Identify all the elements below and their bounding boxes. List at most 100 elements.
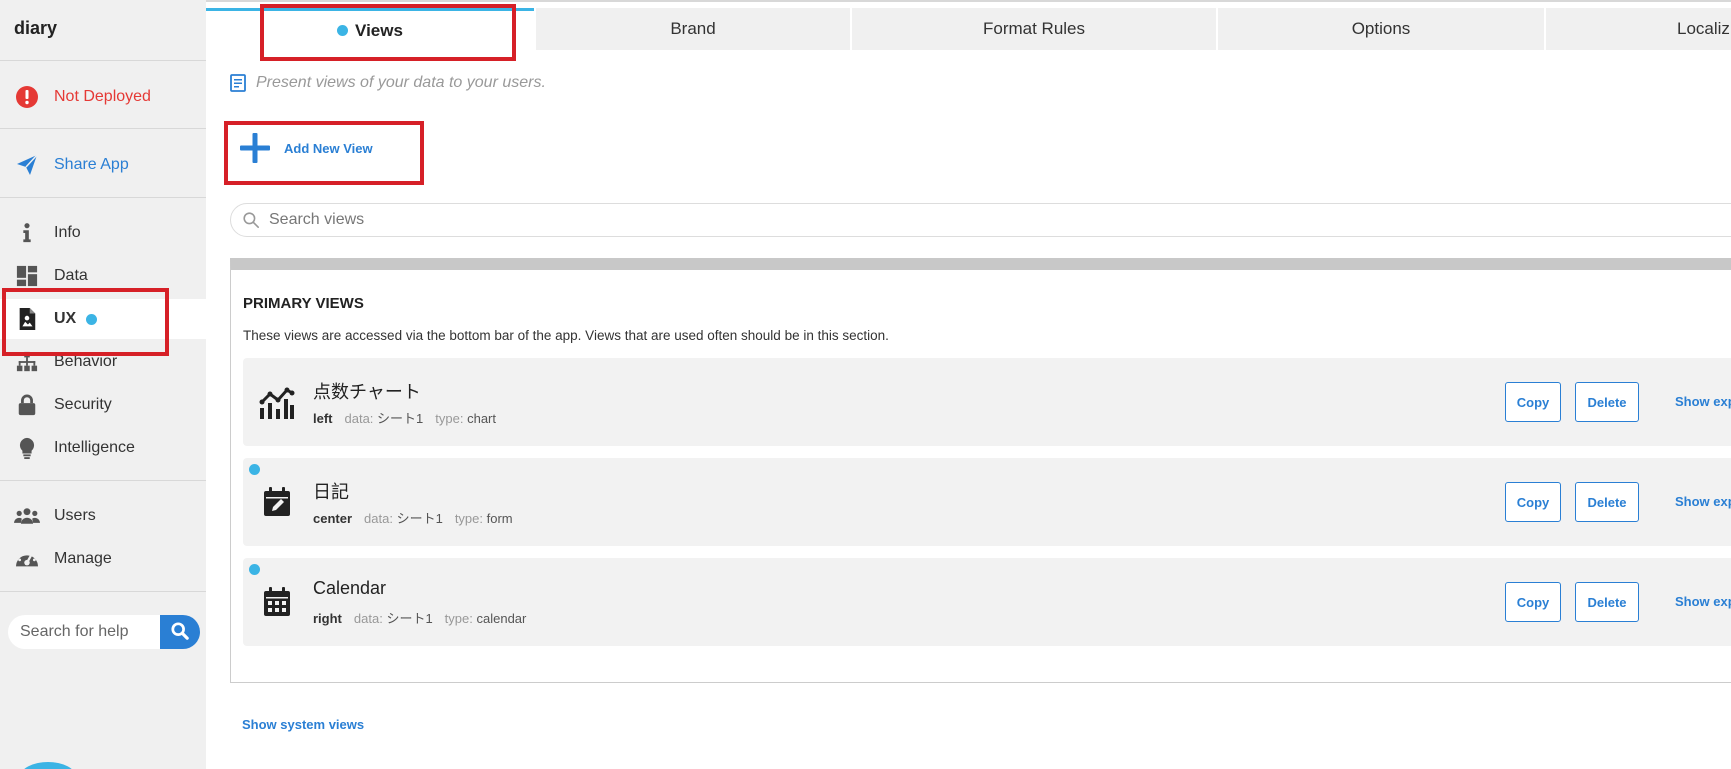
show-expression-link[interactable]: Show exp	[1675, 394, 1731, 409]
view-position: left	[313, 411, 333, 426]
view-name: Calendar	[313, 578, 387, 598]
chat-bubble-button[interactable]	[20, 762, 76, 769]
add-new-view-label: Add New View	[284, 140, 373, 156]
tab-label: Options	[1351, 19, 1411, 38]
info-icon	[14, 220, 40, 246]
calendar-icon	[259, 584, 295, 620]
sidebar-item-security[interactable]: Security	[0, 385, 206, 425]
delete-view-button[interactable]: Delete	[1575, 382, 1639, 422]
tab-label: Localiz	[1677, 19, 1730, 38]
calendar-edit-icon	[259, 484, 295, 520]
view-row-calendar[interactable]: Calendar right data: シート1 type: calendar C…	[243, 558, 1731, 646]
description-text: Present views of your data to your users…	[256, 74, 546, 91]
view-position: right	[313, 611, 342, 626]
help-search	[8, 615, 200, 649]
help-search-input[interactable]	[8, 615, 166, 649]
view-name: 日記	[313, 482, 349, 502]
book-icon	[230, 74, 246, 92]
sidebar-item-info[interactable]: Info	[0, 213, 206, 253]
view-meta: center data: シート1 type: form	[313, 508, 525, 527]
hierarchy-icon	[14, 349, 40, 375]
copy-view-button[interactable]: Copy	[1505, 482, 1561, 522]
search-icon	[243, 212, 259, 228]
view-data-source: シート1	[377, 411, 424, 426]
sidebar-item-share-app[interactable]: Share App	[0, 145, 206, 185]
page-description: Present views of your data to your users…	[230, 74, 546, 92]
show-expression-link[interactable]: Show exp	[1675, 494, 1731, 509]
unsaved-indicator	[249, 464, 260, 475]
view-row-diary[interactable]: 日記 center data: シート1 type: form Copy Delet…	[243, 458, 1731, 546]
sidebar-item-label: UX	[54, 310, 77, 327]
view-name: 点数チャート	[313, 382, 421, 402]
unsaved-indicator	[249, 564, 260, 575]
section-title: PRIMARY VIEWS	[243, 295, 364, 312]
primary-views-panel: PRIMARY VIEWS These views are accessed v…	[230, 258, 1731, 683]
unsaved-indicator	[86, 313, 98, 325]
view-meta: left data: シート1 type: chart	[313, 408, 508, 427]
sidebar-item-manage[interactable]: Manage	[0, 539, 206, 579]
view-type: calendar	[476, 611, 527, 626]
tab-brand[interactable]: Brand	[536, 8, 850, 50]
sidebar: diary Not Deployed Share App Info Data U…	[0, 0, 206, 769]
sidebar-item-label: Security	[54, 396, 112, 413]
sidebar-divider	[0, 128, 206, 129]
view-type: chart	[467, 411, 496, 426]
sidebar-item-label: Data	[54, 267, 88, 284]
users-icon	[14, 503, 40, 529]
share-app-label: Share App	[54, 156, 129, 173]
view-row-score-chart[interactable]: 点数チャート left data: シート1 type: chart Copy De…	[243, 358, 1731, 446]
unsaved-indicator	[337, 25, 349, 36]
gauge-icon	[14, 546, 40, 572]
sidebar-divider	[0, 60, 206, 61]
sidebar-divider	[0, 480, 206, 481]
show-expression-link[interactable]: Show exp	[1675, 594, 1731, 609]
sidebar-item-label: Manage	[54, 550, 112, 567]
tab-label: Format Rules	[982, 19, 1086, 38]
deploy-status-label: Not Deployed	[54, 88, 151, 105]
plus-icon	[240, 133, 270, 163]
alert-icon	[14, 84, 40, 110]
view-search-input[interactable]	[269, 211, 1669, 229]
delete-view-button[interactable]: Delete	[1575, 482, 1639, 522]
type-label: type:	[444, 611, 473, 626]
lock-icon	[14, 392, 40, 418]
tab-localization[interactable]: Localiz	[1546, 8, 1731, 50]
type-label: type:	[435, 411, 464, 426]
sidebar-item-label: Behavior	[54, 353, 118, 370]
show-system-views-link[interactable]: Show system views	[242, 717, 364, 732]
delete-view-button[interactable]: Delete	[1575, 582, 1639, 622]
data-label: data:	[364, 511, 393, 526]
sidebar-item-ux[interactable]: UX	[0, 299, 206, 339]
sidebar-item-label: Users	[54, 507, 96, 524]
tab-bar: Views Brand Format Rules Options Localiz	[206, 0, 1731, 50]
view-type: form	[486, 511, 513, 526]
copy-view-button[interactable]: Copy	[1505, 582, 1561, 622]
data-label: data:	[344, 411, 374, 426]
type-label: type:	[454, 511, 483, 526]
tab-format-rules[interactable]: Format Rules	[852, 8, 1216, 50]
sidebar-item-users[interactable]: Users	[0, 496, 206, 536]
copy-view-button[interactable]: Copy	[1505, 382, 1561, 422]
sidebar-item-behavior[interactable]: Behavior	[0, 342, 206, 382]
view-position: center	[313, 511, 353, 526]
sidebar-item-label: Intelligence	[54, 439, 135, 456]
tab-options[interactable]: Options	[1218, 8, 1544, 50]
data-label: data:	[353, 611, 383, 626]
view-data-source: シート1	[386, 611, 433, 626]
view-meta: right data: シート1 type: calendar	[313, 608, 538, 627]
tab-label: Brand	[670, 19, 716, 38]
help-search-button[interactable]	[160, 615, 200, 649]
ux-icon	[14, 306, 40, 332]
sidebar-item-deploy-status[interactable]: Not Deployed	[0, 77, 206, 117]
sidebar-divider	[0, 197, 206, 198]
app-name: diary	[14, 18, 58, 38]
sidebar-item-intelligence[interactable]: Intelligence	[0, 428, 206, 468]
tab-views[interactable]: Views	[206, 8, 534, 50]
add-new-view-button[interactable]: Add New View	[240, 133, 373, 163]
grid-icon	[14, 263, 40, 289]
send-icon	[14, 152, 40, 178]
sidebar-item-data[interactable]: Data	[0, 256, 206, 296]
view-data-source: シート1	[396, 511, 443, 526]
sidebar-item-label: Info	[54, 224, 81, 241]
view-search	[230, 203, 1731, 237]
